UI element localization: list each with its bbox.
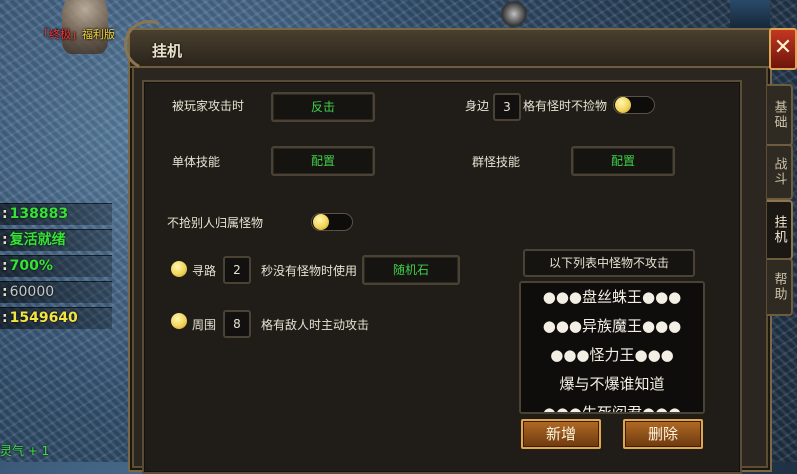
tab-label: 基础 [771, 100, 787, 130]
list-item[interactable]: ●●●生死阎君●●● [521, 399, 703, 412]
no-pickup-toggle[interactable] [613, 96, 655, 114]
around-suffix-label: 格有敌人时主动攻击 [261, 318, 370, 332]
list-item[interactable]: 爆与不爆谁知道 [521, 370, 703, 399]
list-item[interactable]: ●●●异族魔王●●● [521, 312, 703, 341]
pathfind-label: 寻路 [192, 264, 217, 278]
around-radio[interactable] [171, 313, 187, 329]
scene-sprite [730, 0, 770, 30]
list-item[interactable]: ●●●盘丝蛛王●●● [521, 283, 703, 312]
ignore-list-header: 以下列表中怪物不攻击 [523, 249, 695, 277]
tab-basic[interactable]: 基础 [767, 84, 793, 146]
stat-row: : 复活就绪 [0, 229, 112, 251]
add-monster-button[interactable]: 新增 [521, 419, 601, 449]
group-skill-config-button[interactable]: 配置 [571, 146, 675, 176]
tab-label: 战斗 [771, 157, 787, 187]
window-title: 挂机 [152, 42, 183, 60]
close-button[interactable]: ✕ [769, 28, 797, 70]
pathfind-seconds-input[interactable]: 2 [223, 256, 251, 284]
pathfind-suffix-label: 秒没有怪物时使用 [261, 264, 358, 278]
pathfind-radio[interactable] [171, 261, 187, 277]
counterattack-button[interactable]: 反击 [271, 92, 375, 122]
around-label: 周围 [192, 318, 217, 332]
tab-combat[interactable]: 战斗 [767, 144, 793, 200]
ignore-monster-list[interactable]: ●●●盘丝蛛王●●● ●●●异族魔王●●● ●●●怪力王●●● 爆与不爆谁知道 … [519, 281, 705, 414]
random-stone-button[interactable]: 随机石 [362, 255, 460, 285]
no-steal-toggle[interactable] [311, 213, 353, 231]
single-skill-label: 单体技能 [172, 155, 221, 169]
single-skill-config-button[interactable]: 配置 [271, 146, 375, 176]
list-item[interactable]: ●●●怪力王●●● [521, 341, 703, 370]
group-skill-label: 群怪技能 [472, 155, 521, 169]
tab-label: 挂机 [771, 215, 787, 245]
delete-monster-button[interactable]: 删除 [623, 419, 703, 449]
bottom-status-text: 灵气 + 1 [0, 444, 50, 458]
nearby-prefix-label: 身边 [465, 99, 490, 113]
nearby-suffix-label: 格有怪时不捡物 [523, 99, 608, 113]
attacked-by-player-label: 被玩家攻击时 [172, 99, 245, 113]
toggle-knob [313, 214, 329, 230]
tab-label: 帮助 [771, 272, 787, 302]
stat-row: :60000 [0, 281, 112, 303]
toggle-knob [615, 97, 631, 113]
no-steal-label: 不抢别人归属怪物 [167, 216, 264, 230]
nearby-count-input[interactable]: 3 [493, 93, 521, 121]
tab-auto-hang[interactable]: 挂机 [767, 200, 793, 260]
stat-row: :138883 [0, 203, 112, 225]
stat-row: :1549640 [0, 307, 112, 329]
close-icon: ✕ [773, 35, 793, 60]
stat-row: :700% [0, 255, 112, 277]
around-count-input[interactable]: 8 [223, 310, 251, 338]
window-header[interactable] [130, 30, 770, 68]
tab-help[interactable]: 帮助 [767, 258, 793, 316]
player-title-tag: 「终极」福利版 [38, 28, 115, 41]
scene-sprite [500, 0, 528, 28]
